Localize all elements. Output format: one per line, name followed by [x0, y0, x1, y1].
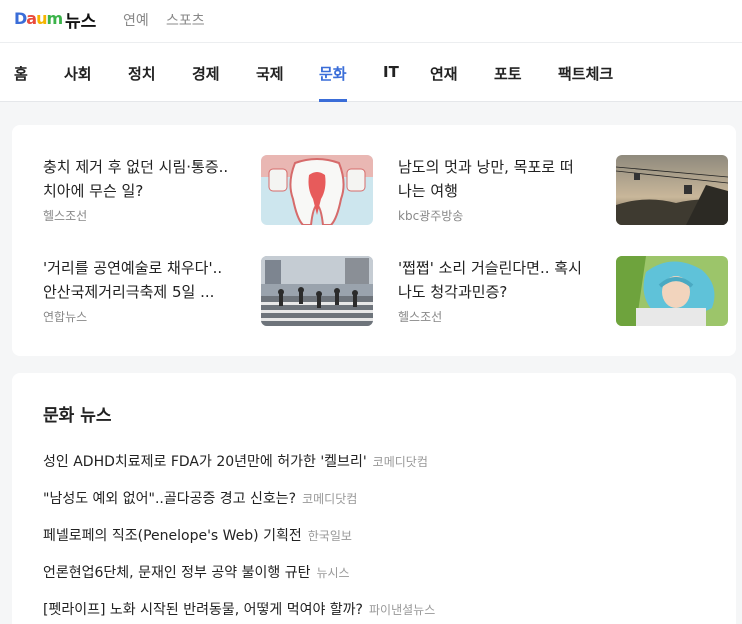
list-item[interactable]: 언론현업6단체, 문재인 정부 공약 불이행 규탄 뉴시스	[43, 562, 350, 582]
woman-covering-ears-thumbnail[interactable]	[616, 256, 728, 326]
featured-source: 헬스조선	[398, 310, 443, 324]
tooth-icon	[261, 155, 373, 225]
featured-news-card: 충치 제거 후 없던 시림·통증.. 치아에 무슨 일? 헬스조선 남도의 멋과…	[12, 125, 736, 356]
daum-logo[interactable]: Daum	[14, 8, 63, 28]
tab-society[interactable]: 사회	[64, 63, 92, 102]
featured-item[interactable]: 남도의 멋과 낭만, 목포로 떠 나는 여행 kbc광주방송	[398, 155, 728, 227]
tab-politics[interactable]: 정치	[128, 63, 156, 102]
title-line: 치아에 무슨 일?	[43, 182, 144, 200]
tab-economy[interactable]: 경제	[192, 63, 220, 102]
headline-link[interactable]: 언론현업6단체, 문재인 정부 공약 불이행 규탄	[43, 565, 310, 581]
headline-link[interactable]: [펫라이프] 노화 시작된 반려동물, 어떻게 먹여야 할까?	[43, 602, 363, 618]
list-item[interactable]: "남성도 예외 없어"..골다공증 경고 신호는? 코메디닷컴	[43, 488, 357, 508]
news-source: 뉴시스	[316, 566, 350, 580]
cable-car-thumbnail[interactable]	[616, 155, 728, 225]
title-line: 안산국제거리극축제 5일 ...	[43, 283, 215, 301]
top-bar: Daum 뉴스 연예 스포츠	[0, 0, 742, 43]
service-name[interactable]: 뉴스	[65, 7, 96, 32]
cable-car-icon	[616, 155, 728, 225]
title-line: 나는 여행	[398, 182, 458, 200]
featured-source: 헬스조선	[43, 209, 88, 223]
list-item[interactable]: 페넬로페의 직조(Penelope's Web) 기획전 한국일보	[43, 525, 352, 545]
featured-item[interactable]: '거리를 공연예술로 채우다'.. 안산국제거리극축제 5일 ... 연합뉴스	[43, 256, 373, 328]
featured-title[interactable]: 남도의 멋과 낭만, 목포로 떠 나는 여행	[398, 155, 598, 203]
news-source: 파이낸셜뉴스	[369, 603, 436, 617]
featured-title[interactable]: 충치 제거 후 없던 시림·통증.. 치아에 무슨 일?	[43, 155, 243, 203]
woman-covering-ears-icon	[616, 256, 728, 326]
tab-international[interactable]: 국제	[256, 63, 284, 102]
street-crowd-thumbnail[interactable]	[261, 256, 373, 326]
culture-news-card: 문화 뉴스 성인 ADHD치료제로 FDA가 20년만에 허가한 '켈브리' 코메…	[12, 373, 736, 624]
news-source: 한국일보	[307, 529, 352, 543]
list-item[interactable]: [펫라이프] 노화 시작된 반려동물, 어떻게 먹여야 할까? 파이낸셜뉴스	[43, 599, 435, 619]
headline-link[interactable]: 페넬로페의 직조(Penelope's Web) 기획전	[43, 528, 302, 544]
title-line: 나도 청각과민증?	[398, 283, 508, 301]
featured-source: kbc광주방송	[398, 209, 464, 223]
news-source: 코메디닷컴	[372, 455, 428, 469]
title-line: 충치 제거 후 없던 시림·통증..	[43, 158, 229, 176]
featured-item[interactable]: '쩝쩝' 소리 거슬린다면.. 혹시 나도 청각과민증? 헬스조선	[398, 256, 728, 328]
tab-series[interactable]: 연재	[430, 63, 458, 102]
featured-item[interactable]: 충치 제거 후 없던 시림·통증.. 치아에 무슨 일? 헬스조선	[43, 155, 373, 227]
link-entertainment[interactable]: 연예	[123, 10, 149, 30]
headline-link[interactable]: 성인 ADHD치료제로 FDA가 20년만에 허가한 '켈브리'	[43, 454, 367, 470]
headline-link[interactable]: "남성도 예외 없어"..골다공증 경고 신호는?	[43, 491, 296, 507]
featured-source: 연합뉴스	[43, 310, 88, 324]
tab-factcheck[interactable]: 팩트체크	[558, 63, 613, 102]
list-item[interactable]: 성인 ADHD치료제로 FDA가 20년만에 허가한 '켈브리' 코메디닷컴	[43, 451, 428, 471]
tab-culture[interactable]: 문화	[319, 63, 347, 102]
category-nav: 홈 사회 정치 경제 국제 문화 IT 연재 포토 팩트체크	[0, 43, 742, 102]
featured-title[interactable]: '거리를 공연예술로 채우다'.. 안산국제거리극축제 5일 ...	[43, 256, 243, 304]
tooth-illustration-thumbnail[interactable]	[261, 155, 373, 225]
street-crowd-icon	[261, 256, 373, 326]
featured-title[interactable]: '쩝쩝' 소리 거슬린다면.. 혹시 나도 청각과민증?	[398, 256, 598, 304]
title-line: '쩝쩝' 소리 거슬린다면.. 혹시	[398, 259, 582, 277]
tab-home[interactable]: 홈	[14, 63, 28, 102]
tab-photo[interactable]: 포토	[494, 63, 522, 102]
title-line: 남도의 멋과 낭만, 목포로 떠	[398, 158, 574, 176]
title-line: '거리를 공연예술로 채우다'..	[43, 259, 223, 277]
tab-it[interactable]: IT	[383, 63, 399, 102]
link-sports[interactable]: 스포츠	[166, 10, 205, 30]
section-title: 문화 뉴스	[43, 406, 112, 426]
news-source: 코메디닷컴	[302, 492, 358, 506]
